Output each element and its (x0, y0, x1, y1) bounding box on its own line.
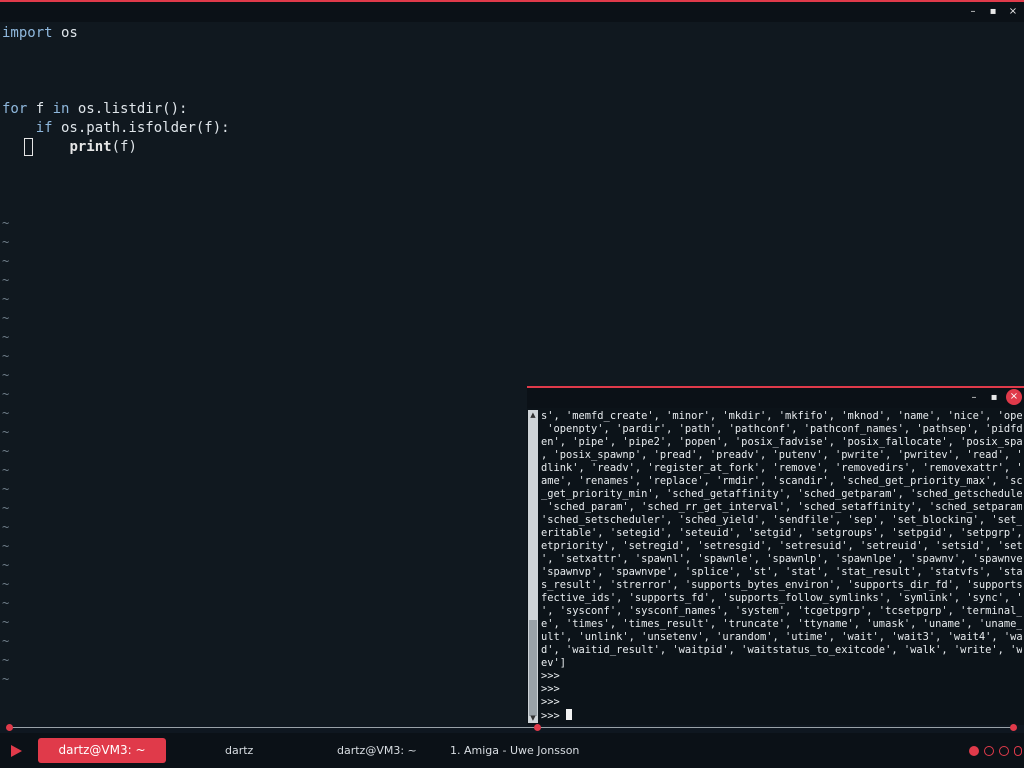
close-icon[interactable]: × (1006, 5, 1020, 19)
terminal-line: eritable', 'setegid', 'seteuid', 'setgid… (541, 527, 1022, 539)
tilde-marker: ~ (2, 368, 10, 382)
tilde-marker: ~ (2, 216, 10, 230)
tilde-marker: ~ (2, 425, 10, 439)
tilde-marker: ~ (2, 482, 10, 496)
terminal-line: en', 'pipe', 'pipe2', 'popen', 'posix_fa… (541, 436, 1022, 448)
terminal-line: s', 'memfd_create', 'minor', 'mkdir', 'm… (541, 410, 1022, 422)
timeline-dot (1010, 724, 1017, 731)
tilde-marker: ~ (2, 406, 10, 420)
scroll-down-icon[interactable]: ▼ (528, 713, 538, 723)
terminal-scrollbar[interactable]: ▲ ▼ (528, 410, 538, 723)
terminal-output[interactable]: s', 'memfd_create', 'minor', 'mkdir', 'm… (541, 410, 1022, 722)
tilde-marker: ~ (2, 254, 10, 268)
terminal-line: ', 'setxattr', 'spawnl', 'spawnle', 'spa… (541, 553, 1022, 565)
workspace-1-icon[interactable] (969, 746, 979, 756)
maximize-icon[interactable]: ▪ (986, 5, 1000, 19)
tilde-marker: ~ (2, 520, 10, 534)
tilde-marker: ~ (2, 596, 10, 610)
terminal-line: >>> (541, 670, 560, 682)
terminal-line: d', 'waitid_result', 'waitpid', 'waitsta… (541, 644, 1022, 656)
task-active-terminal[interactable]: dartz@VM3: ~ (38, 738, 166, 763)
terminal-line: dlink', 'readv', 'register_at_fork', 're… (541, 462, 1022, 474)
terminal-prompt: >>> (541, 710, 567, 722)
tilde-marker: ~ (2, 311, 10, 325)
task-item-terminal[interactable]: dartz@VM3: ~ (337, 738, 417, 763)
timeline-dot (6, 724, 13, 731)
code-line-6: if os.path.isfolder(f): (2, 119, 230, 138)
code-line-1: import os (2, 24, 78, 43)
tilde-marker: ~ (2, 558, 10, 572)
tilde-marker: ~ (2, 577, 10, 591)
play-icon[interactable] (11, 745, 22, 757)
timeline-bar (10, 727, 1014, 728)
close-icon[interactable]: × (1006, 389, 1022, 405)
terminal-line: >>> (541, 683, 560, 695)
editor-cursor (24, 138, 33, 156)
terminal-line: 'sched_setscheduler', 'sched_yield', 'se… (541, 514, 1022, 526)
code-line-7: print(f) (2, 138, 137, 157)
terminal-line: ', 'sysconf', 'sysconf_names', 'system',… (541, 605, 1022, 617)
terminal-line: >>> (541, 696, 560, 708)
terminal-line: etpriority', 'setregid', 'setresgid', 's… (541, 540, 1022, 552)
editor-titlebar[interactable]: – ▪ × (0, 2, 1024, 22)
tilde-marker: ~ (2, 539, 10, 553)
terminal-prompt-line[interactable]: >>> (541, 709, 1022, 722)
terminal-line: e', 'times', 'times_result', 'truncate',… (541, 618, 1022, 630)
code-text: os.path.isfolder(f): (52, 120, 230, 136)
code-line-5: for f in os.listdir(): (2, 100, 187, 119)
tilde-marker: ~ (2, 292, 10, 306)
builtin-print: print (69, 139, 112, 155)
code-text: f (27, 101, 53, 117)
code-text: os (52, 25, 78, 41)
code-text: (f) (111, 139, 137, 155)
task-item-amiga[interactable]: 1. Amiga - Uwe Jonsson (450, 738, 579, 763)
tilde-marker: ~ (2, 501, 10, 515)
workspace-4-icon[interactable] (1014, 746, 1022, 756)
terminal-cursor (566, 709, 573, 720)
timeline-dot (534, 724, 541, 731)
tilde-marker: ~ (2, 615, 10, 629)
tilde-marker: ~ (2, 444, 10, 458)
terminal-window[interactable]: – ▪ × ▲ ▼ s', 'memfd_create', 'minor', '… (527, 386, 1024, 725)
tilde-marker: ~ (2, 330, 10, 344)
scrollbar-thumb[interactable] (529, 620, 537, 716)
maximize-icon[interactable]: ▪ (987, 391, 1001, 405)
workspace-2-icon[interactable] (984, 746, 994, 756)
task-item-dartz[interactable]: dartz (225, 738, 253, 763)
scroll-up-icon[interactable]: ▲ (528, 410, 538, 420)
terminal-line: _get_priority_min', 'sched_getaffinity',… (541, 488, 1022, 500)
taskbar: dartz@VM3: ~ dartz dartz@VM3: ~ 1. Amiga… (0, 733, 1024, 768)
tilde-marker: ~ (2, 463, 10, 477)
tilde-marker: ~ (2, 653, 10, 667)
keyword-in: in (52, 101, 70, 117)
minimize-icon[interactable]: – (967, 391, 981, 405)
keyword-if: if (35, 120, 53, 136)
terminal-line: ev'] (541, 657, 567, 669)
tilde-marker: ~ (2, 349, 10, 363)
minimize-icon[interactable]: – (966, 5, 980, 19)
terminal-line: s_result', 'strerror', 'supports_bytes_e… (541, 579, 1022, 591)
terminal-line: ame', 'renames', 'replace', 'rmdir', 'sc… (541, 475, 1022, 487)
terminal-titlebar[interactable]: – ▪ × (527, 388, 1024, 408)
tilde-marker: ~ (2, 672, 10, 686)
code-text: os.listdir(): (69, 101, 188, 117)
terminal-line: fective_ids', 'supports_fd', 'supports_f… (541, 592, 1022, 604)
terminal-line: ult', 'unlink', 'unsetenv', 'urandom', '… (541, 631, 1022, 643)
terminal-line: , 'posix_spawnp', 'pread', 'preadv', 'pu… (541, 449, 1022, 461)
keyword-import: import (2, 25, 53, 41)
workspace-3-icon[interactable] (999, 746, 1009, 756)
keyword-for: for (2, 101, 28, 117)
timeline-strip (0, 723, 1024, 733)
terminal-line: 'openpty', 'pardir', 'path', 'pathconf',… (541, 423, 1022, 435)
tilde-marker: ~ (2, 634, 10, 648)
terminal-line: 'spawnvp', 'spawnvpe', 'splice', 'st', '… (541, 566, 1022, 578)
terminal-line: 'sched_param', 'sched_rr_get_interval', … (541, 501, 1022, 513)
tilde-marker: ~ (2, 387, 10, 401)
tilde-marker: ~ (2, 273, 10, 287)
tilde-marker: ~ (2, 235, 10, 249)
